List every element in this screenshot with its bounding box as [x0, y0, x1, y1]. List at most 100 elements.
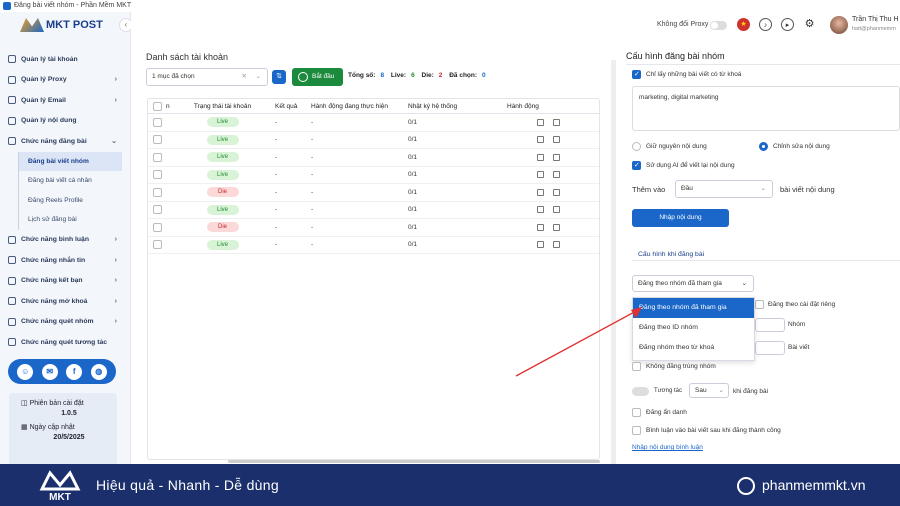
post-mode-select[interactable]: Đăng theo nhóm đã tham gia ⌄ — [632, 275, 754, 292]
interaction-icon — [8, 338, 16, 347]
gear-icon[interactable]: ⚙ — [803, 18, 816, 31]
row-checkbox[interactable] — [152, 205, 162, 215]
row-checkbox[interactable] — [152, 152, 162, 162]
edit-icon[interactable] — [537, 188, 544, 196]
post-mode-option[interactable]: Đăng theo ID nhóm — [633, 318, 754, 338]
select-all-checkbox[interactable] — [152, 101, 162, 111]
sidebar-item-unlock[interactable]: Chức năng mở khoá › — [0, 291, 131, 312]
banner-website[interactable]: phanmemmkt.vn — [762, 477, 865, 493]
action-cell: - — [311, 188, 314, 196]
sidebar-item-proxy[interactable]: Quản lý Proxy › — [0, 70, 131, 91]
table-row[interactable]: Die - - 0/1 — [148, 184, 599, 202]
messenger-icon[interactable]: ✉ — [41, 363, 58, 380]
bell-icon[interactable]: ♪ — [759, 18, 772, 31]
keyword-filter-checkbox[interactable] — [632, 70, 641, 79]
table-row[interactable]: Live - - 0/1 — [148, 149, 599, 167]
table-row[interactable]: Live - - 0/1 — [148, 114, 599, 132]
horizontal-scrollbar[interactable] — [228, 460, 600, 463]
user-icon[interactable] — [553, 223, 560, 231]
user-icon[interactable] — [553, 241, 560, 249]
user-icon[interactable] — [553, 171, 560, 179]
table-row[interactable]: Live - - 0/1 — [148, 202, 599, 219]
post-mode-option[interactable]: Đăng nhóm theo từ khoá — [633, 338, 754, 358]
chevron-down-icon: ⌄ — [255, 73, 261, 80]
group-count-input[interactable] — [755, 318, 785, 332]
sidebar-item-accounts[interactable]: Quản lý tài khoản — [0, 49, 131, 70]
edit-icon[interactable] — [537, 241, 544, 249]
use-ai-checkbox[interactable] — [632, 161, 641, 170]
post-mode-option[interactable]: Đăng theo nhóm đã tham gia — [633, 298, 754, 318]
account-select[interactable]: 1 mục đã chọn ✕ ⌄ — [146, 68, 268, 86]
post-count-input[interactable] — [755, 341, 785, 355]
edit-icon[interactable] — [537, 223, 544, 231]
sidebar-item-friend[interactable]: Chức năng kết bạn › — [0, 271, 131, 292]
table-row[interactable]: Live - - 0/1 — [148, 167, 599, 184]
play-icon[interactable]: ▸ — [781, 18, 794, 31]
interact-toggle[interactable] — [632, 387, 649, 396]
sidebar-subitem-personal-post[interactable]: Đăng bài viết cá nhân — [18, 171, 131, 191]
chosen-value: 0 — [482, 72, 486, 79]
sidebar-item-scan-interaction[interactable]: Chức năng quét tương tác — [0, 332, 131, 353]
website-icon[interactable]: ◍ — [90, 363, 107, 380]
result-cell: - — [275, 206, 278, 214]
user-icon[interactable] — [553, 118, 560, 126]
start-button[interactable]: Bắt đầu — [292, 68, 343, 86]
sidebar-subitem-group-post[interactable]: Đăng bài viết nhóm — [18, 151, 122, 171]
facebook-icon[interactable]: f — [66, 363, 83, 380]
private-setting-checkbox[interactable] — [755, 300, 764, 309]
table-row[interactable]: Die - - 0/1 — [148, 219, 599, 237]
row-checkbox[interactable] — [152, 117, 162, 127]
vietnam-flag-icon[interactable]: ★ — [737, 18, 750, 31]
add-position-select[interactable]: Đầu ⌄ — [675, 180, 773, 198]
post-unit-label: Bài viết — [788, 344, 810, 351]
message-icon — [8, 256, 16, 265]
sidebar-item-message[interactable]: Chức năng nhắn tin › — [0, 250, 131, 271]
edit-icon[interactable] — [537, 171, 544, 179]
filter-button[interactable]: ⇅ — [272, 70, 286, 84]
row-checkbox[interactable] — [152, 222, 162, 232]
sidebar-item-posting[interactable]: Chức năng đăng bài ⌄ — [0, 131, 131, 152]
table-row[interactable]: Live - - 0/1 — [148, 237, 599, 254]
sidebar-subitem-history[interactable]: Lịch sử đăng bài — [18, 210, 131, 230]
post-config-title: Cấu hình khi đăng bài — [638, 251, 705, 258]
sidebar-item-label: Quản lý nội dung — [21, 117, 77, 125]
action-cell: - — [311, 241, 314, 249]
table-row[interactable]: Live - - 0/1 — [148, 132, 599, 149]
support-icon[interactable]: ☺ — [17, 363, 34, 380]
sidebar-item-content[interactable]: Quản lý nội dung — [0, 111, 131, 132]
row-checkbox[interactable] — [152, 170, 162, 180]
edit-icon[interactable] — [537, 118, 544, 126]
row-checkbox[interactable] — [152, 187, 162, 197]
keep-content-radio[interactable] — [632, 142, 641, 151]
column-header: Hành động — [507, 102, 539, 110]
sidebar-item-scan-group[interactable]: Chức năng quét nhóm › — [0, 312, 131, 333]
accounts-table: n Trạng thái tài khoản Kết quả Hành động… — [147, 98, 600, 460]
result-cell: - — [275, 136, 278, 144]
user-icon[interactable] — [553, 188, 560, 196]
input-content-button[interactable]: Nhập nội dung — [632, 209, 729, 227]
edit-icon[interactable] — [537, 206, 544, 214]
sidebar-subitem-reels[interactable]: Đăng Reels Profile — [18, 190, 131, 210]
edit-content-radio[interactable] — [759, 142, 768, 151]
proxy-toggle[interactable] — [710, 21, 727, 30]
user-icon[interactable] — [553, 206, 560, 214]
chevron-right-icon: › — [114, 76, 117, 84]
vertical-scrollbar[interactable] — [611, 60, 616, 464]
sidebar-item-comment[interactable]: Chức năng bình luận › — [0, 230, 131, 251]
comment-content-link[interactable]: Nhập nội dung bình luận — [632, 444, 703, 451]
interact-timing-select[interactable]: Sau ⌄ — [689, 383, 729, 398]
status-badge: Die — [206, 187, 239, 198]
clear-icon[interactable]: ✕ — [242, 69, 247, 85]
row-checkbox[interactable] — [152, 135, 162, 145]
row-checkbox[interactable] — [152, 240, 162, 250]
user-icon[interactable] — [553, 153, 560, 161]
edit-icon[interactable] — [537, 136, 544, 144]
edit-icon[interactable] — [537, 153, 544, 161]
comment-after-checkbox[interactable] — [632, 426, 641, 435]
anonymous-checkbox[interactable] — [632, 408, 641, 417]
user-icon[interactable] — [553, 136, 560, 144]
keywords-input[interactable]: marketing, digital marketing — [632, 86, 900, 131]
log-cell: 0/1 — [408, 241, 418, 249]
sidebar-item-email[interactable]: Quản lý Email › — [0, 90, 131, 111]
avatar[interactable] — [830, 16, 848, 34]
